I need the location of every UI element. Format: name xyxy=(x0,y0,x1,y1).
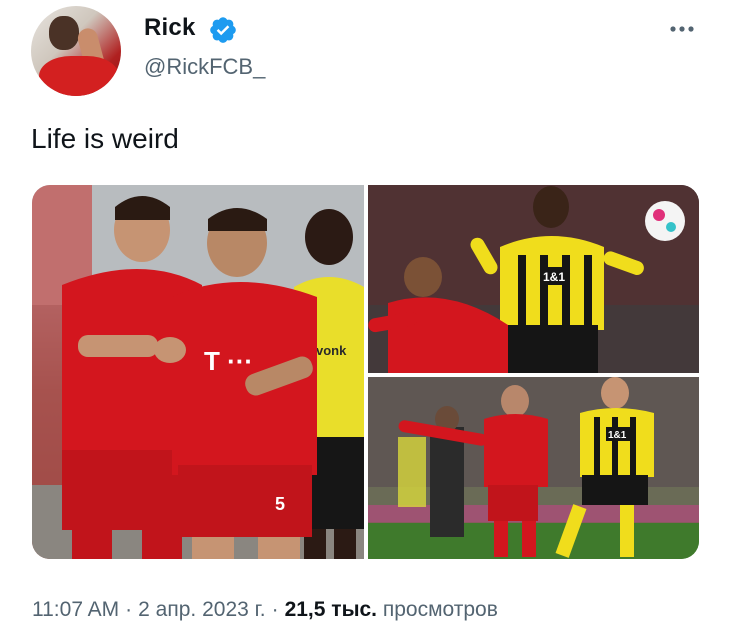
tweet-text: Life is weird xyxy=(31,123,179,154)
tweet-date[interactable]: 2 апр. 2023 г. xyxy=(138,598,265,621)
author-handle[interactable]: @RickFCB_ xyxy=(144,54,265,80)
media-grid: vonk T ··· 5 1&1 1&1 xyxy=(32,185,699,559)
sponsor-text: T ··· xyxy=(204,346,253,376)
photo-header-duel[interactable]: 1&1 xyxy=(368,185,699,373)
views-label: просмотров xyxy=(382,598,498,621)
author-display-name[interactable]: Rick xyxy=(144,14,196,42)
tweet-card: Rick @RickFCB_ Life is weird vonk T ··· … xyxy=(0,0,730,644)
tweet-meta: 11:07 AM · 2 апр. 2023 г. · 21,5 тыс. просмо… xyxy=(32,598,498,621)
opponent-sponsor-text: vonk xyxy=(316,343,347,358)
views-count[interactable]: 21,5 тыс. xyxy=(285,598,377,621)
photo-players-walking[interactable]: vonk T ··· 5 xyxy=(32,185,364,559)
verified-badge-icon xyxy=(210,17,236,43)
photo-ball-chase[interactable]: 1&1 xyxy=(368,377,699,559)
more-options-button[interactable] xyxy=(664,14,700,44)
avatar[interactable] xyxy=(31,6,121,96)
tweet-time[interactable]: 11:07 AM xyxy=(32,598,119,621)
shirt-number: 5 xyxy=(275,494,285,514)
yellow-shirt-sponsor-2: 1&1 xyxy=(608,430,627,441)
yellow-shirt-sponsor: 1&1 xyxy=(543,270,565,284)
more-horizontal-icon xyxy=(670,26,694,32)
